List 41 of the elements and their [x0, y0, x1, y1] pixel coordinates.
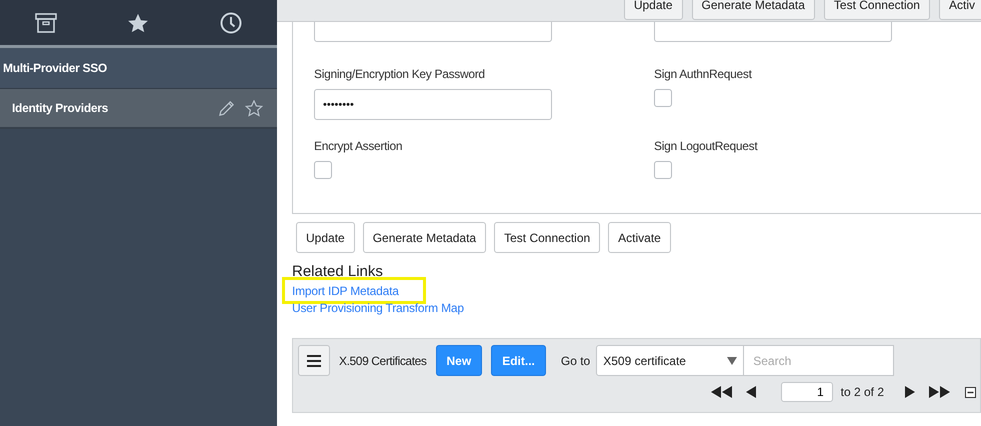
header-button[interactable]: Test Connection — [824, 0, 930, 20]
form-button[interactable]: Test Connection — [494, 222, 600, 253]
page-field[interactable]: 1 — [780, 382, 833, 402]
section-title: Multi-Provider SSO — [3, 61, 107, 75]
next-page-icon[interactable] — [905, 386, 915, 398]
section-title: Related Links — [292, 263, 384, 280]
star-icon[interactable] — [127, 12, 150, 32]
previous-page-icon[interactable] — [746, 386, 756, 398]
archive-icon[interactable] — [35, 12, 58, 32]
related-link[interactable]: Import IDP Metadata — [292, 284, 399, 301]
star-icon[interactable] — [245, 100, 263, 116]
form-button[interactable]: Activate — [608, 222, 671, 253]
menu-icon — [307, 354, 321, 366]
goto-label: Go to — [560, 354, 590, 368]
form-button[interactable]: Generate Metadata — [362, 222, 486, 253]
list-title: X.509 Certificates — [339, 354, 427, 368]
search-field[interactable]: Search — [744, 345, 894, 376]
nav-item[interactable]: Identity Providers — [0, 89, 277, 129]
checkbox[interactable] — [654, 89, 672, 107]
nav-item-label[interactable]: Identity Providers — [12, 101, 208, 115]
menu-button[interactable] — [298, 345, 330, 376]
caret-icon — [727, 356, 738, 364]
form-button[interactable]: Update — [296, 222, 355, 253]
field-label: Sign LogoutRequest — [654, 139, 759, 153]
collapse-icon[interactable] — [965, 386, 976, 398]
related-link[interactable]: User Provisioning Transform Map — [292, 301, 464, 318]
last-page-icon[interactable] — [929, 386, 950, 398]
field-dropdown[interactable]: X509 certificate — [596, 345, 744, 376]
page-range: to 2 of 2 — [840, 385, 884, 399]
field-label: Sign AuthnRequest — [654, 67, 753, 81]
first-page-icon[interactable] — [710, 386, 732, 398]
password-field[interactable]: •••••••• — [314, 89, 552, 120]
pencil-icon[interactable] — [218, 100, 235, 116]
checkbox[interactable] — [314, 161, 332, 179]
header-button[interactable]: Activ — [938, 0, 981, 20]
checkbox[interactable] — [654, 161, 672, 179]
header-button[interactable]: Update — [624, 0, 683, 20]
field-label: Encrypt Assertion — [314, 139, 404, 153]
clock-icon[interactable] — [220, 12, 242, 34]
field-label: Signing/Encryption Key Password — [314, 67, 486, 81]
header-button[interactable]: Generate Metadata — [692, 0, 815, 20]
